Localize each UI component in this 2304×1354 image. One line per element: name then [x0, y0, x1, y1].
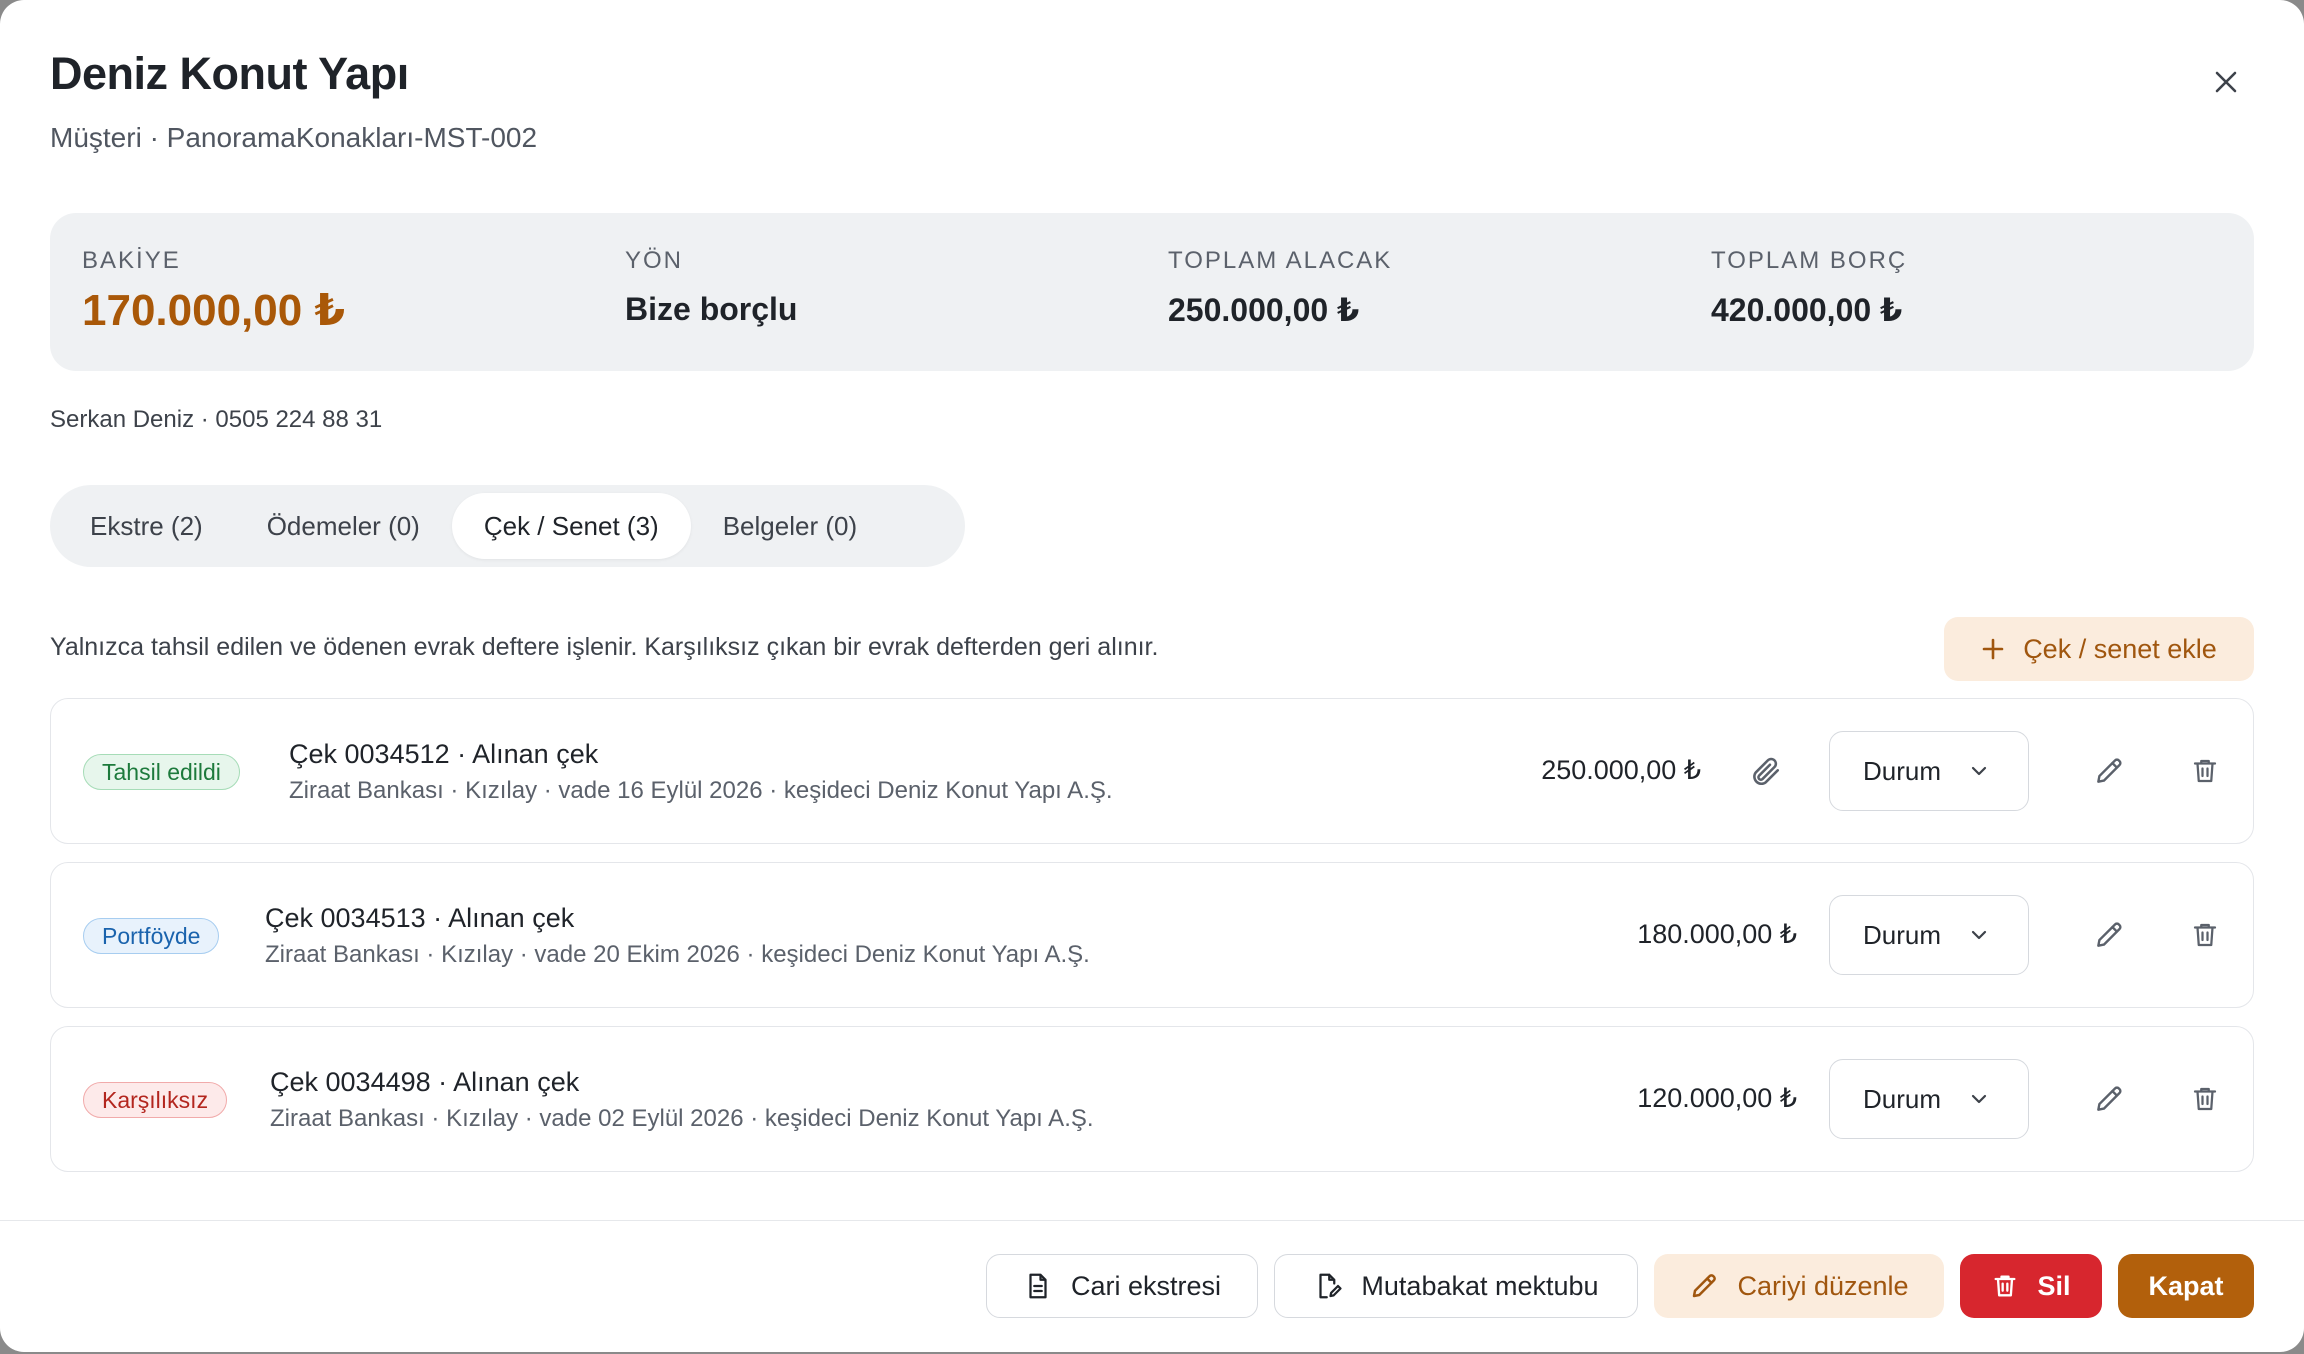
- chevron-down-icon: [1971, 766, 1987, 776]
- delete-account-button[interactable]: Sil: [1960, 1254, 2102, 1318]
- edit-account-button[interactable]: Cariyi düzenle: [1654, 1254, 1944, 1318]
- edit-account-label: Cariyi düzenle: [1737, 1270, 1909, 1301]
- total-receivable-label: TOPLAM ALACAK: [1168, 247, 1393, 274]
- check-amount: 180.000,00 ₺: [1637, 919, 1797, 949]
- pencil-icon: [2097, 758, 2122, 783]
- status-badge: Karşılıksız: [83, 1082, 228, 1118]
- footer-divider: [0, 1220, 2304, 1221]
- check-detail: Ziraat Bankası · Kızılay · vade 16 Eylül…: [289, 777, 1113, 804]
- plus-icon: [1982, 638, 2004, 660]
- delete-account-label: Sil: [2037, 1270, 2071, 1301]
- summary-direction: YÖN Bize borçlu: [625, 247, 797, 328]
- trash-icon: [2193, 1087, 2217, 1111]
- trash-icon: [2193, 759, 2217, 783]
- page-subtitle: Müşteri · PanoramaKonakları-MST-002: [50, 122, 538, 153]
- delete-button[interactable]: [2185, 751, 2225, 791]
- edit-button[interactable]: [2089, 1079, 2129, 1119]
- close-button[interactable]: [2206, 62, 2246, 102]
- tab-statement[interactable]: Ekstre (2): [58, 493, 235, 559]
- close-modal-button[interactable]: Kapat: [2118, 1254, 2254, 1318]
- attachment-button[interactable]: [1745, 751, 1785, 791]
- status-select-label: Durum: [1863, 919, 1942, 950]
- pencil-icon: [2097, 922, 2122, 947]
- balance-summary: BAKİYE 170.000,00 ₺ YÖN Bize borçlu TOPL…: [50, 213, 2254, 371]
- close-icon: [2215, 71, 2237, 93]
- document-edit-icon: [1319, 1273, 1343, 1299]
- tab-payments[interactable]: Ödemeler (0): [235, 493, 452, 559]
- delete-button[interactable]: [2185, 1079, 2225, 1119]
- status-badge: Tahsil edildi: [83, 754, 240, 790]
- status-select[interactable]: Durum: [1829, 895, 2029, 975]
- contact-info: Serkan Deniz · 0505 224 88 31: [50, 406, 383, 433]
- check-detail: Ziraat Bankası · Kızılay · vade 20 Ekim …: [265, 941, 1090, 968]
- account-detail-modal: Deniz Konut Yapı Müşteri · PanoramaKonak…: [0, 0, 2304, 1352]
- account-statement-button[interactable]: Cari ekstresi: [986, 1254, 1258, 1318]
- status-select[interactable]: Durum: [1829, 731, 2029, 811]
- check-title: Çek 0034512 · Alınan çek: [289, 739, 599, 769]
- add-check-label: Çek / senet ekle: [2023, 633, 2217, 664]
- check-title: Çek 0034498 · Alınan çek: [270, 1067, 580, 1097]
- summary-balance: BAKİYE 170.000,00 ₺: [82, 247, 345, 336]
- add-check-button[interactable]: Çek / senet ekle: [1944, 617, 2254, 681]
- tab-checks-notes[interactable]: Çek / Senet (3): [451, 493, 691, 559]
- status-select-label: Durum: [1863, 1083, 1942, 1114]
- edit-button[interactable]: [2089, 915, 2129, 955]
- status-select-label: Durum: [1863, 755, 1942, 786]
- tab-documents[interactable]: Belgeler (0): [691, 493, 889, 559]
- direction-label: YÖN: [625, 247, 684, 274]
- tab-bar: Ekstre (2) Ödemeler (0) Çek / Senet (3) …: [50, 485, 965, 567]
- check-row: Portföyde Çek 0034513 · Alınan çek Ziraa…: [50, 862, 2254, 1008]
- document-icon: [1029, 1273, 1047, 1299]
- reconciliation-letter-label: Mutabakat mektubu: [1361, 1270, 1599, 1301]
- trash-icon: [2193, 923, 2217, 947]
- info-text: Yalnızca tahsil edilen ve ödenen evrak d…: [50, 633, 1159, 661]
- total-debt-label: TOPLAM BORÇ: [1711, 247, 1908, 274]
- total-debt-value: 420.000,00 ₺: [1711, 292, 1903, 328]
- summary-total-receivable: TOPLAM ALACAK 250.000,00 ₺: [1168, 247, 1392, 329]
- check-row: Tahsil edildi Çek 0034512 · Alınan çek Z…: [50, 698, 2254, 844]
- chevron-down-icon: [1971, 930, 1987, 940]
- direction-value: Bize borçlu: [625, 291, 798, 327]
- check-row: Karşılıksız Çek 0034498 · Alınan çek Zir…: [50, 1026, 2254, 1172]
- close-modal-label: Kapat: [2148, 1270, 2224, 1301]
- status-badge: Portföyde: [83, 918, 220, 954]
- status-select[interactable]: Durum: [1829, 1059, 2029, 1139]
- edit-button[interactable]: [2089, 751, 2129, 791]
- total-receivable-value: 250.000,00 ₺: [1168, 292, 1360, 328]
- trash-icon: [1994, 1275, 2016, 1297]
- check-amount: 250.000,00 ₺: [1541, 755, 1701, 785]
- modal-header: Deniz Konut Yapı Müşteri · PanoramaKonak…: [50, 48, 537, 154]
- reconciliation-letter-button[interactable]: Mutabakat mektubu: [1274, 1254, 1638, 1318]
- check-amount: 120.000,00 ₺: [1637, 1083, 1797, 1113]
- balance-value: 170.000,00 ₺: [82, 286, 346, 335]
- pencil-icon: [1693, 1274, 1717, 1298]
- pencil-icon: [2097, 1086, 2122, 1111]
- paperclip-icon: [1753, 757, 1780, 786]
- check-detail: Ziraat Bankası · Kızılay · vade 02 Eylül…: [270, 1105, 1094, 1132]
- summary-total-debt: TOPLAM BORÇ 420.000,00 ₺: [1711, 247, 1907, 329]
- check-title: Çek 0034513 · Alınan çek: [265, 903, 575, 933]
- balance-label: BAKİYE: [82, 247, 181, 274]
- delete-button[interactable]: [2185, 915, 2225, 955]
- chevron-down-icon: [1971, 1094, 1987, 1104]
- page-title: Deniz Konut Yapı: [50, 48, 409, 99]
- account-statement-label: Cari ekstresi: [1070, 1270, 1222, 1301]
